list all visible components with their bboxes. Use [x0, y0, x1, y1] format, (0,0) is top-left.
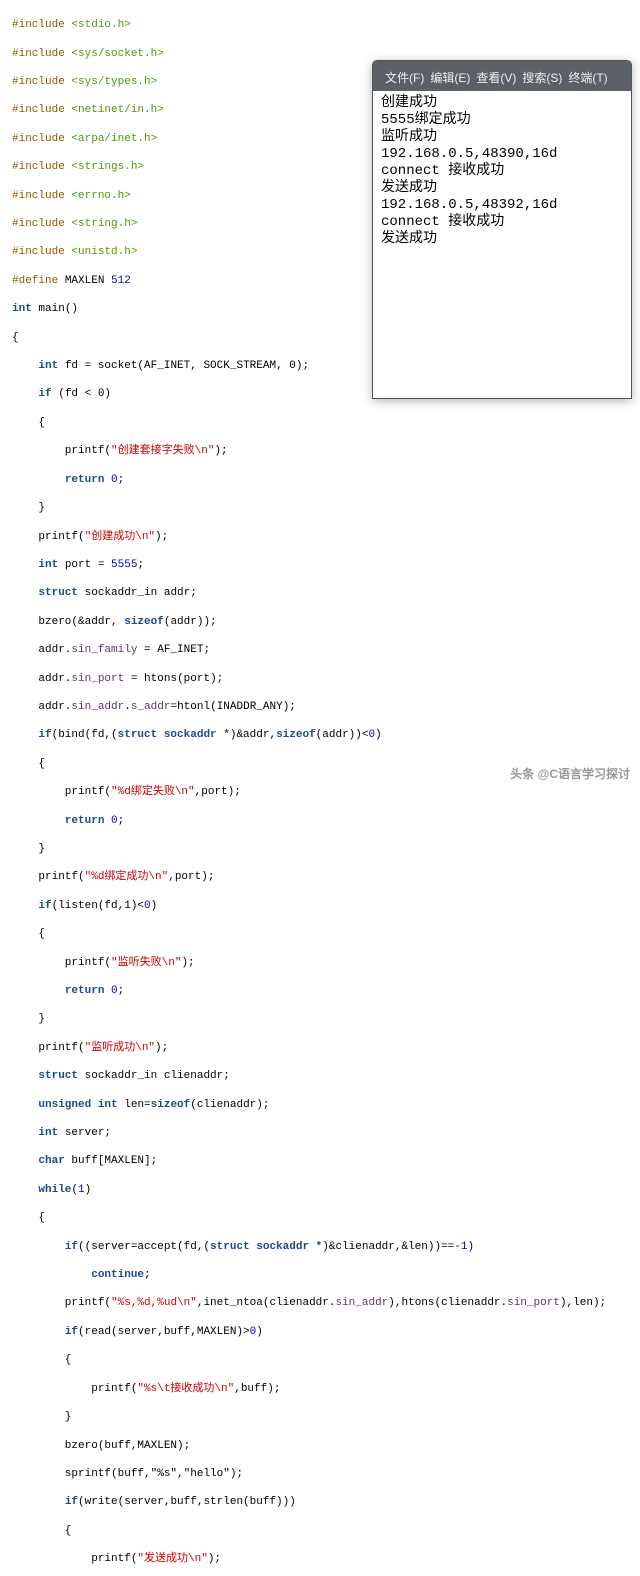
terminal-line: connect 接收成功 [381, 163, 623, 180]
terminal-line: 发送成功 [381, 231, 623, 248]
menu-file[interactable]: 文件(F) [385, 69, 424, 86]
menu-search[interactable]: 搜索(S) [522, 69, 562, 86]
terminal-line: 192.168.0.5,48390,16d [381, 146, 623, 163]
terminal-menubar[interactable]: 文件(F) 编辑(E) 查看(V) 搜索(S) 终端(T) [373, 61, 631, 91]
terminal-line: connect 接收成功 [381, 214, 623, 231]
menu-edit[interactable]: 编辑(E) [430, 69, 470, 86]
terminal-window: 文件(F) 编辑(E) 查看(V) 搜索(S) 终端(T) 创建成功 5555绑… [372, 60, 632, 399]
terminal-line: 监听成功 [381, 129, 623, 146]
terminal-line: 发送成功 [381, 180, 623, 197]
terminal-line: 创建成功 [381, 95, 623, 112]
terminal-line: 5555绑定成功 [381, 112, 623, 129]
menu-terminal[interactable]: 终端(T) [568, 69, 607, 86]
terminal-line: 192.168.0.5,48392,16d [381, 197, 623, 214]
terminal-output[interactable]: 创建成功 5555绑定成功 监听成功 192.168.0.5,48390,16d… [373, 91, 631, 398]
menu-view[interactable]: 查看(V) [476, 69, 516, 86]
watermark: 头条 @C语言学习探讨 [510, 765, 630, 782]
